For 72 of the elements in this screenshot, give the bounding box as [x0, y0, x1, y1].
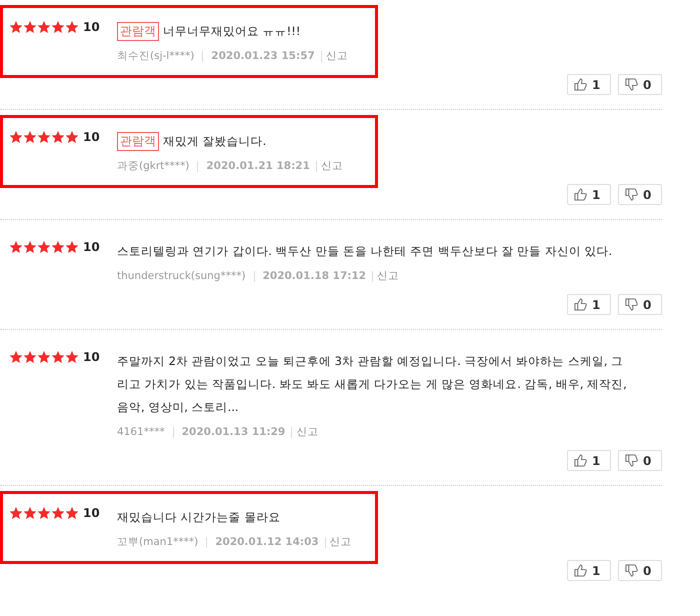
review-date: 2020.01.23 15:57: [211, 50, 315, 62]
review-date: 2020.01.18 17:12: [262, 270, 366, 282]
score: 10: [83, 240, 100, 254]
star-icon: [23, 130, 37, 144]
star-icon: [9, 350, 23, 364]
thumbs-down-icon: [625, 78, 638, 91]
thumbs-down-icon: [625, 298, 638, 311]
star-icon: [37, 506, 51, 520]
review-text: 재밌습니다 시간가는줄 몰라요: [117, 510, 280, 524]
star-icon: [51, 20, 65, 34]
star-icon: [37, 130, 51, 144]
like-button[interactable]: 1: [567, 74, 611, 95]
like-button[interactable]: 1: [567, 560, 611, 581]
dislike-button[interactable]: 0: [618, 294, 662, 315]
dislike-button[interactable]: 0: [618, 74, 662, 95]
viewer-badge: 관람객: [117, 132, 159, 151]
thumbs-up-icon: [574, 454, 587, 467]
star-icon: [23, 350, 37, 364]
star-icon: [37, 350, 51, 364]
star-icon: [37, 20, 51, 34]
review-date: 2020.01.12 14:03: [215, 536, 319, 548]
star-icon: [23, 240, 37, 254]
score: 10: [83, 20, 100, 34]
author: 4161****: [117, 426, 165, 438]
review-text: 너무너무재밌어요 ㅠㅠ!!!: [163, 24, 300, 38]
score: 10: [83, 506, 100, 520]
report-link[interactable]: 신고: [330, 535, 352, 549]
report-link[interactable]: 신고: [377, 269, 400, 283]
score: 10: [83, 130, 100, 144]
star-icon: [37, 240, 51, 254]
review-date: 2020.01.13 11:29: [182, 426, 286, 438]
star-icon: [51, 350, 65, 364]
like-button[interactable]: 1: [567, 450, 611, 471]
dislike-button[interactable]: 0: [618, 450, 662, 471]
star-icon: [9, 240, 23, 254]
dislike-button[interactable]: 0: [618, 184, 662, 205]
review-date: 2020.01.21 18:21: [206, 160, 310, 172]
dislike-button[interactable]: 0: [618, 560, 662, 581]
star-icon: [51, 130, 65, 144]
report-link[interactable]: 신고: [320, 159, 343, 173]
star-icon: [9, 506, 23, 520]
review-text: 주말까지 2차 관람이었고 오늘 퇴근후에 3차 관람할 예정입니다. 극장에서 봐야하는 스케일, 그리고 가치가 있는 작품입니다. 봐도 봐도 새롭게 다가오는 게 많은 영화네요. 감독, 배우, 제작진, 음악, 영상미, 스토리...: [117, 354, 627, 414]
thumbs-down-icon: [625, 564, 638, 577]
star-icon: [51, 506, 65, 520]
thumbs-up-icon: [574, 298, 587, 311]
thumbs-up-icon: [574, 78, 587, 91]
author: thunderstruck(sung****): [117, 270, 246, 282]
author: 꼬뿌(man1****): [117, 535, 198, 549]
review-text: 스토리텔링과 연기가 갑이다. 백두산 만들 돈을 나한테 주면 백두산보다 잘 만들 자신이 있다.: [117, 244, 612, 258]
author: 최수진(sj-l****): [117, 49, 194, 63]
report-link[interactable]: 신고: [296, 425, 318, 439]
star-icon: [9, 130, 23, 144]
star-icon: [23, 506, 37, 520]
like-button[interactable]: 1: [567, 184, 611, 205]
thumbs-down-icon: [625, 454, 638, 467]
thumbs-down-icon: [625, 188, 638, 201]
star-icon: [65, 350, 79, 364]
review-text: 재밌게 잘봤습니다.: [163, 134, 266, 148]
star-icon: [65, 130, 79, 144]
star-icon: [23, 20, 37, 34]
star-icon: [9, 20, 23, 34]
like-button[interactable]: 1: [567, 294, 611, 315]
author: 과중(gkrt****): [117, 159, 190, 173]
viewer-badge: 관람객: [117, 22, 159, 41]
score: 10: [83, 350, 100, 364]
thumbs-up-icon: [574, 564, 587, 577]
star-icon: [51, 240, 65, 254]
star-icon: [65, 240, 79, 254]
star-icon: [65, 506, 79, 520]
star-icon: [65, 20, 79, 34]
report-link[interactable]: 신고: [326, 49, 348, 63]
thumbs-up-icon: [574, 188, 587, 201]
